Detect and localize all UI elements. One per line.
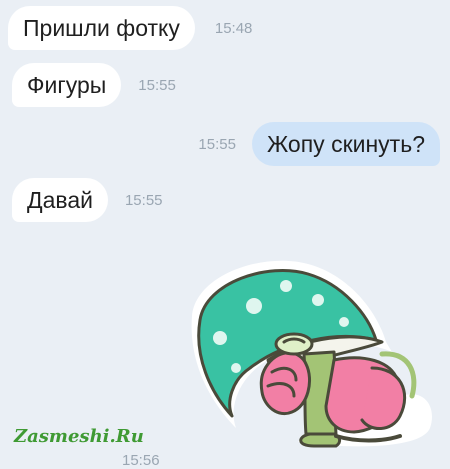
message-bubble[interactable]: Фигуры xyxy=(12,63,122,107)
watermark: Zasmeshi.Ru xyxy=(14,426,144,447)
message-bubble[interactable]: Пришли фотку xyxy=(8,6,195,50)
message-row-outgoing: 15:55 Жопу скинуть? xyxy=(198,122,440,166)
message-time: 15:55 xyxy=(138,76,176,94)
message-time: 15:55 xyxy=(124,191,163,209)
message-bubble[interactable]: Давай xyxy=(12,178,108,222)
message-time: 15:48 xyxy=(214,19,253,37)
message-bubble[interactable]: Жопу скинуть? xyxy=(251,122,440,166)
message-row-incoming: Пришли фотку 15:48 xyxy=(8,6,252,50)
message-row-incoming: Давай 15:55 xyxy=(12,178,163,222)
mushroom-frog-sticker[interactable] xyxy=(186,256,440,452)
message-time: 15:56 xyxy=(122,452,160,469)
message-row-incoming: Фигуры 15:55 xyxy=(12,63,176,107)
message-time: 15:55 xyxy=(198,135,236,153)
